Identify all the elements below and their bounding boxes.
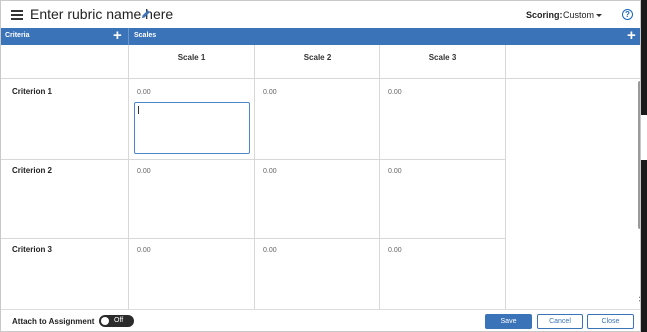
grid-divider (1, 238, 505, 239)
criteria-header: Criteria (5, 32, 30, 39)
cell-score[interactable]: 0.00 (137, 247, 151, 254)
text-caret (138, 106, 139, 114)
toggle-knob (101, 317, 109, 325)
criterion-name[interactable]: Criterion 3 (12, 245, 52, 254)
attach-to-assignment-label: Attach to Assignment (12, 317, 95, 326)
cancel-button[interactable]: Cancel (537, 314, 583, 329)
cell-score[interactable]: 0.00 (137, 89, 151, 96)
add-criterion-plus-icon[interactable]: + (113, 28, 122, 43)
dialog-footer: Attach to Assignment Off Save Cancel Clo… (1, 309, 640, 331)
chevron-down-icon[interactable] (596, 14, 602, 17)
pencil-icon[interactable] (141, 9, 151, 19)
scoring-label: Scoring: (526, 10, 563, 20)
toggle-state-text: Off (114, 316, 124, 324)
cell-score[interactable]: 0.00 (388, 89, 402, 96)
scale-header[interactable]: Scale 1 (129, 53, 254, 62)
grid-divider (1, 78, 640, 79)
scale-header[interactable]: Scale 2 (255, 53, 380, 62)
criterion-name[interactable]: Criterion 2 (12, 166, 52, 175)
cell-score[interactable]: 0.00 (137, 168, 151, 175)
grid-divider (254, 45, 255, 309)
hamburger-icon[interactable] (11, 10, 23, 20)
cell-score[interactable]: 0.00 (263, 89, 277, 96)
grid-divider (505, 45, 506, 309)
attach-toggle[interactable]: Off (99, 315, 134, 327)
cell-score[interactable]: 0.00 (263, 247, 277, 254)
scales-header: Scales (134, 32, 157, 39)
rubric-dialog: Enter rubric name here Scoring: Custom ?… (0, 0, 641, 332)
criterion-name[interactable]: Criterion 1 (12, 87, 52, 96)
grid-divider (128, 45, 129, 309)
cell-score[interactable]: 0.00 (388, 247, 402, 254)
rubric-name-field[interactable]: Enter rubric name here (30, 6, 173, 22)
background-edge (641, 115, 647, 160)
grid-divider (379, 45, 380, 309)
background-edge (641, 0, 647, 332)
grid-divider (1, 159, 505, 160)
scale-header[interactable]: Scale 3 (380, 53, 505, 62)
cell-score[interactable]: 0.00 (263, 168, 277, 175)
add-scale-plus-icon[interactable]: + (627, 28, 636, 43)
header-divider (128, 28, 129, 45)
dialog-header: Enter rubric name here Scoring: Custom ? (1, 1, 640, 28)
help-icon[interactable]: ? (622, 9, 633, 20)
cell-description-input[interactable] (134, 102, 250, 154)
save-button[interactable]: Save (485, 314, 532, 329)
column-header-bar: Criteria + Scales + (1, 28, 640, 45)
close-button[interactable]: Close (587, 314, 634, 329)
cell-score[interactable]: 0.00 (388, 168, 402, 175)
scoring-dropdown[interactable]: Custom (563, 10, 594, 20)
rubric-grid: Scale 1 Scale 2 Scale 3 Criterion 1 0.00… (1, 45, 640, 309)
